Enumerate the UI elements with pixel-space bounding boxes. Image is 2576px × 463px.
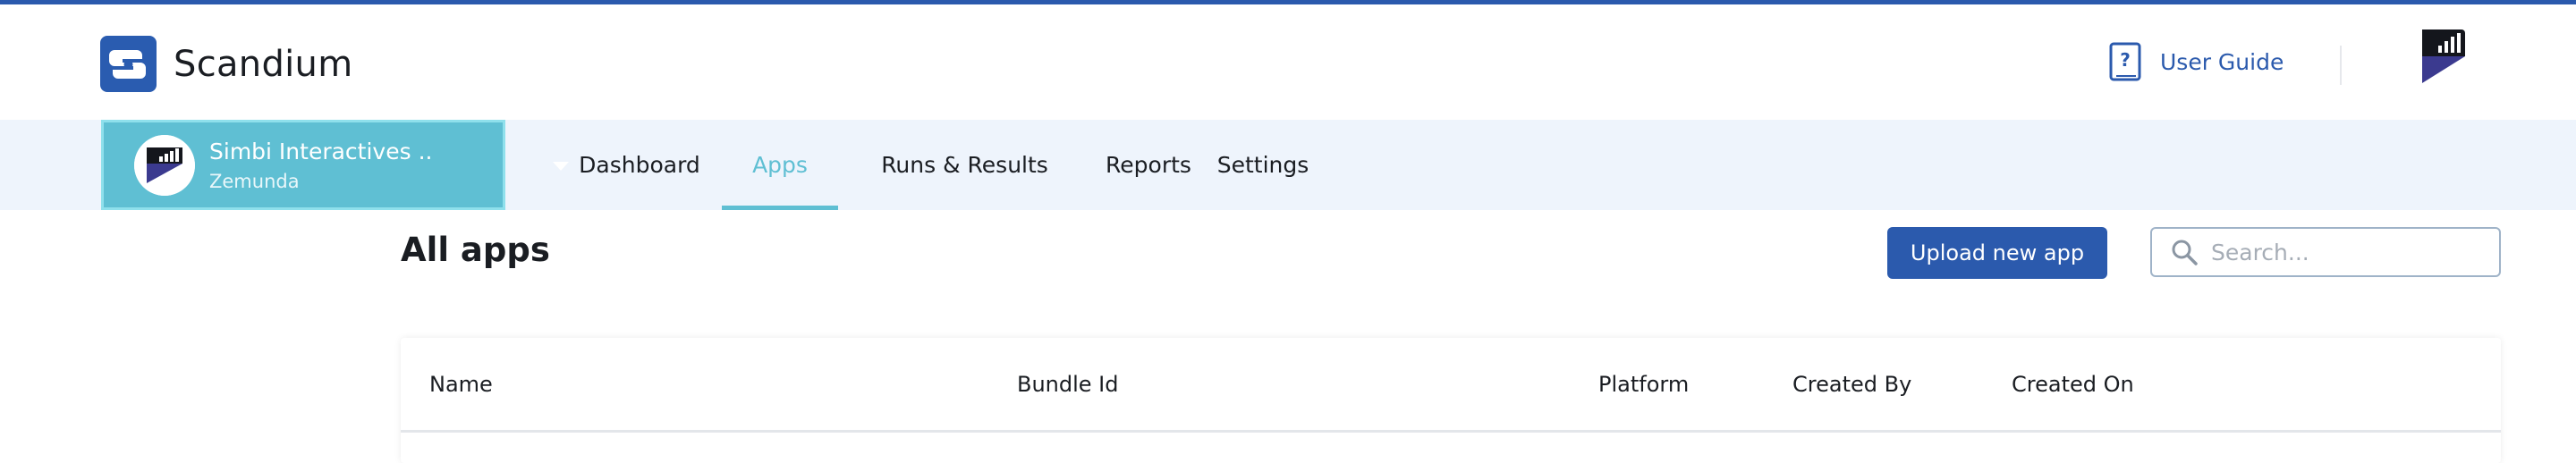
org-switcher[interactable]: Simbi Interactives ... Zemunda — [101, 120, 569, 210]
column-header-created-on[interactable]: Created On — [2012, 372, 2134, 397]
main-tabs: Dashboard Apps Runs & Results Reports Se… — [557, 120, 1320, 210]
app-name: Scandium — [174, 43, 353, 85]
brand[interactable]: Scandium — [100, 36, 352, 92]
user-avatar-icon[interactable] — [2420, 28, 2467, 87]
table-header-row: Name Bundle Id Platform Created By Creat… — [401, 338, 2501, 433]
scandium-logo-icon — [100, 36, 157, 92]
apps-table: Name Bundle Id Platform Created By Creat… — [401, 338, 2501, 463]
search-input[interactable] — [2211, 239, 2488, 265]
org-avatar-icon — [134, 134, 195, 196]
org-name: Simbi Interactives ... — [209, 138, 433, 164]
user-guide-link[interactable]: ? User Guide — [2109, 42, 2284, 81]
upload-new-app-button[interactable]: Upload new app — [1887, 227, 2107, 279]
column-header-bundle-id[interactable]: Bundle Id — [1017, 372, 1119, 397]
column-header-platform[interactable]: Platform — [1598, 372, 1689, 397]
header-divider — [2340, 46, 2342, 85]
search-box[interactable] — [2150, 227, 2501, 277]
svg-text:?: ? — [2120, 49, 2131, 71]
tab-runs-results[interactable]: Runs & Results — [838, 120, 1091, 210]
search-icon — [2172, 240, 2198, 265]
nav-bar: Simbi Interactives ... Zemunda Dashboard… — [0, 120, 2576, 210]
tab-dashboard[interactable]: Dashboard — [557, 120, 722, 210]
org-subtitle: Zemunda — [209, 170, 300, 192]
tab-settings[interactable]: Settings — [1206, 120, 1320, 210]
app-header: Scandium ? User Guide — [0, 4, 2576, 120]
tab-reports[interactable]: Reports — [1091, 120, 1206, 210]
page-title: All apps — [401, 231, 550, 269]
help-book-icon: ? — [2109, 42, 2141, 81]
column-header-created-by[interactable]: Created By — [1792, 372, 1911, 397]
tab-apps[interactable]: Apps — [722, 120, 838, 210]
column-header-name[interactable]: Name — [429, 372, 493, 397]
org-info: Simbi Interactives ... Zemunda — [209, 139, 433, 192]
user-guide-label: User Guide — [2160, 48, 2284, 75]
